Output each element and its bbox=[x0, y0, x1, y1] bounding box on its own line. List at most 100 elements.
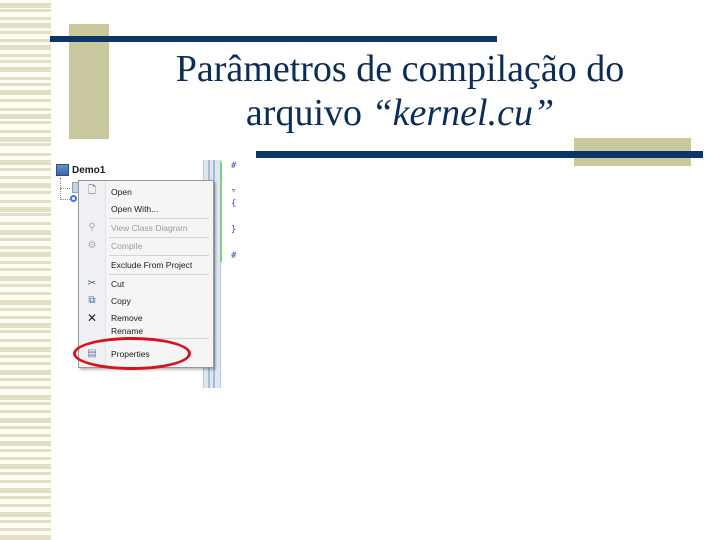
stripe-line bbox=[0, 191, 51, 194]
stripe-line bbox=[0, 441, 51, 446]
reference-icon[interactable] bbox=[70, 195, 77, 202]
stripe-line bbox=[0, 512, 51, 517]
stripe-line bbox=[0, 386, 51, 389]
tree-connector bbox=[60, 188, 70, 189]
code-glyph: # bbox=[231, 251, 237, 261]
stripe-line bbox=[0, 496, 51, 499]
stripe-line bbox=[0, 176, 51, 179]
class-diagram-icon: ⚲ bbox=[88, 222, 96, 233]
code-glyph: ▿ bbox=[231, 186, 237, 196]
menu-item-label: Rename bbox=[111, 326, 144, 336]
stripe-line bbox=[0, 238, 51, 241]
stripe-line bbox=[0, 472, 51, 475]
menu-item-label: Cut bbox=[111, 278, 125, 289]
stripe-line bbox=[0, 362, 51, 365]
stripe-line bbox=[0, 410, 51, 413]
stripe-line bbox=[0, 504, 51, 507]
menu-item-cut[interactable]: ✂ Cut bbox=[79, 275, 213, 292]
scissors-icon: ✂ bbox=[87, 278, 97, 289]
stripe-line bbox=[0, 402, 51, 405]
slide-title: Parâmetros de compilação do arquivo “ker… bbox=[110, 47, 690, 135]
copy-icon: ⧉ bbox=[88, 295, 96, 306]
stripe-line bbox=[0, 39, 51, 42]
menu-item-open[interactable]: 🗋 Open bbox=[79, 183, 213, 200]
stripe-line bbox=[0, 261, 51, 264]
stripe-line bbox=[0, 300, 51, 305]
stripe-line bbox=[0, 418, 51, 423]
compile-icon: ⚙ bbox=[87, 240, 97, 251]
tree-connector bbox=[60, 178, 62, 200]
project-icon bbox=[56, 164, 69, 176]
stripe-line bbox=[0, 31, 51, 34]
stripe-line bbox=[0, 426, 51, 429]
stripe-line bbox=[0, 183, 51, 188]
stripe-line bbox=[0, 276, 51, 281]
stripe-line bbox=[0, 153, 51, 156]
stripe-line bbox=[0, 339, 51, 342]
stripe-line bbox=[0, 213, 51, 216]
stripe-line bbox=[0, 480, 51, 483]
stripe-line bbox=[0, 9, 51, 12]
stripe-line bbox=[0, 99, 51, 102]
stripe-line bbox=[0, 284, 51, 287]
left-stripe-decoration bbox=[0, 0, 51, 540]
stripe-line bbox=[0, 83, 51, 86]
stripe-line bbox=[0, 323, 51, 328]
menu-item-remove[interactable]: ✕ Remove bbox=[79, 309, 213, 326]
stripe-line bbox=[0, 114, 51, 119]
project-name: Demo1 bbox=[72, 164, 106, 176]
stripe-line bbox=[0, 252, 51, 257]
stripe-line bbox=[0, 160, 51, 165]
menu-item-compile[interactable]: ⚙ Compile bbox=[79, 237, 213, 254]
stripe-line bbox=[0, 54, 51, 57]
menu-item-label: Compile bbox=[111, 240, 143, 251]
tree-connector bbox=[60, 199, 70, 200]
title-accent-bar-top bbox=[50, 36, 497, 42]
title-accent-bar-bottom bbox=[256, 151, 703, 158]
stripe-line bbox=[0, 457, 51, 460]
stripe-line bbox=[0, 292, 51, 295]
menu-item-copy[interactable]: ⧉ Copy bbox=[79, 292, 213, 309]
stripe-line bbox=[0, 143, 51, 146]
stripe-line bbox=[0, 449, 51, 452]
stripe-line bbox=[0, 121, 51, 124]
stripe-line bbox=[0, 45, 51, 50]
code-glyph: # bbox=[231, 161, 237, 171]
stripe-line bbox=[0, 3, 51, 8]
stripe-line bbox=[0, 246, 51, 249]
menu-item-label: Open bbox=[111, 186, 132, 197]
remove-x-icon: ✕ bbox=[86, 310, 98, 325]
slide-title-line2: arquivo “kernel.cu” bbox=[110, 91, 690, 135]
stripe-line bbox=[0, 230, 51, 235]
menu-item-view-class-diagram[interactable]: ⚲ View Class Diagram bbox=[79, 219, 213, 236]
stripe-line bbox=[0, 355, 51, 358]
stripe-line bbox=[0, 108, 51, 111]
stripe-line bbox=[0, 330, 51, 333]
stripe-line bbox=[0, 200, 51, 203]
properties-highlight-ring bbox=[73, 337, 191, 370]
stripe-line bbox=[0, 207, 51, 212]
stripe-line bbox=[0, 60, 51, 63]
stripe-line bbox=[0, 268, 51, 271]
stripe-line bbox=[0, 370, 51, 375]
menu-item-exclude-from-project[interactable]: Exclude From Project bbox=[79, 256, 213, 273]
stripe-line bbox=[0, 168, 51, 171]
menu-item-label: Copy bbox=[111, 295, 131, 306]
menu-item-rename[interactable]: Rename bbox=[79, 326, 213, 336]
stripe-line bbox=[0, 528, 51, 531]
stripe-line bbox=[0, 222, 51, 225]
stripe-line bbox=[0, 137, 51, 142]
tree-project-node[interactable]: Demo1 bbox=[56, 164, 105, 176]
stripe-line bbox=[0, 17, 51, 20]
menu-item-label: Exclude From Project bbox=[111, 259, 193, 270]
editor-change-gutter bbox=[220, 162, 222, 262]
menu-item-open-with[interactable]: Open With... bbox=[79, 200, 213, 217]
code-glyph: { bbox=[231, 199, 237, 209]
stripe-line bbox=[0, 395, 51, 400]
title-filename: “kernel.cu” bbox=[371, 92, 555, 134]
title-prefix: arquivo bbox=[245, 92, 372, 134]
stripe-line bbox=[0, 434, 51, 437]
stripe-line bbox=[0, 520, 51, 523]
stripe-line bbox=[0, 67, 51, 72]
code-glyph: } bbox=[231, 225, 237, 235]
